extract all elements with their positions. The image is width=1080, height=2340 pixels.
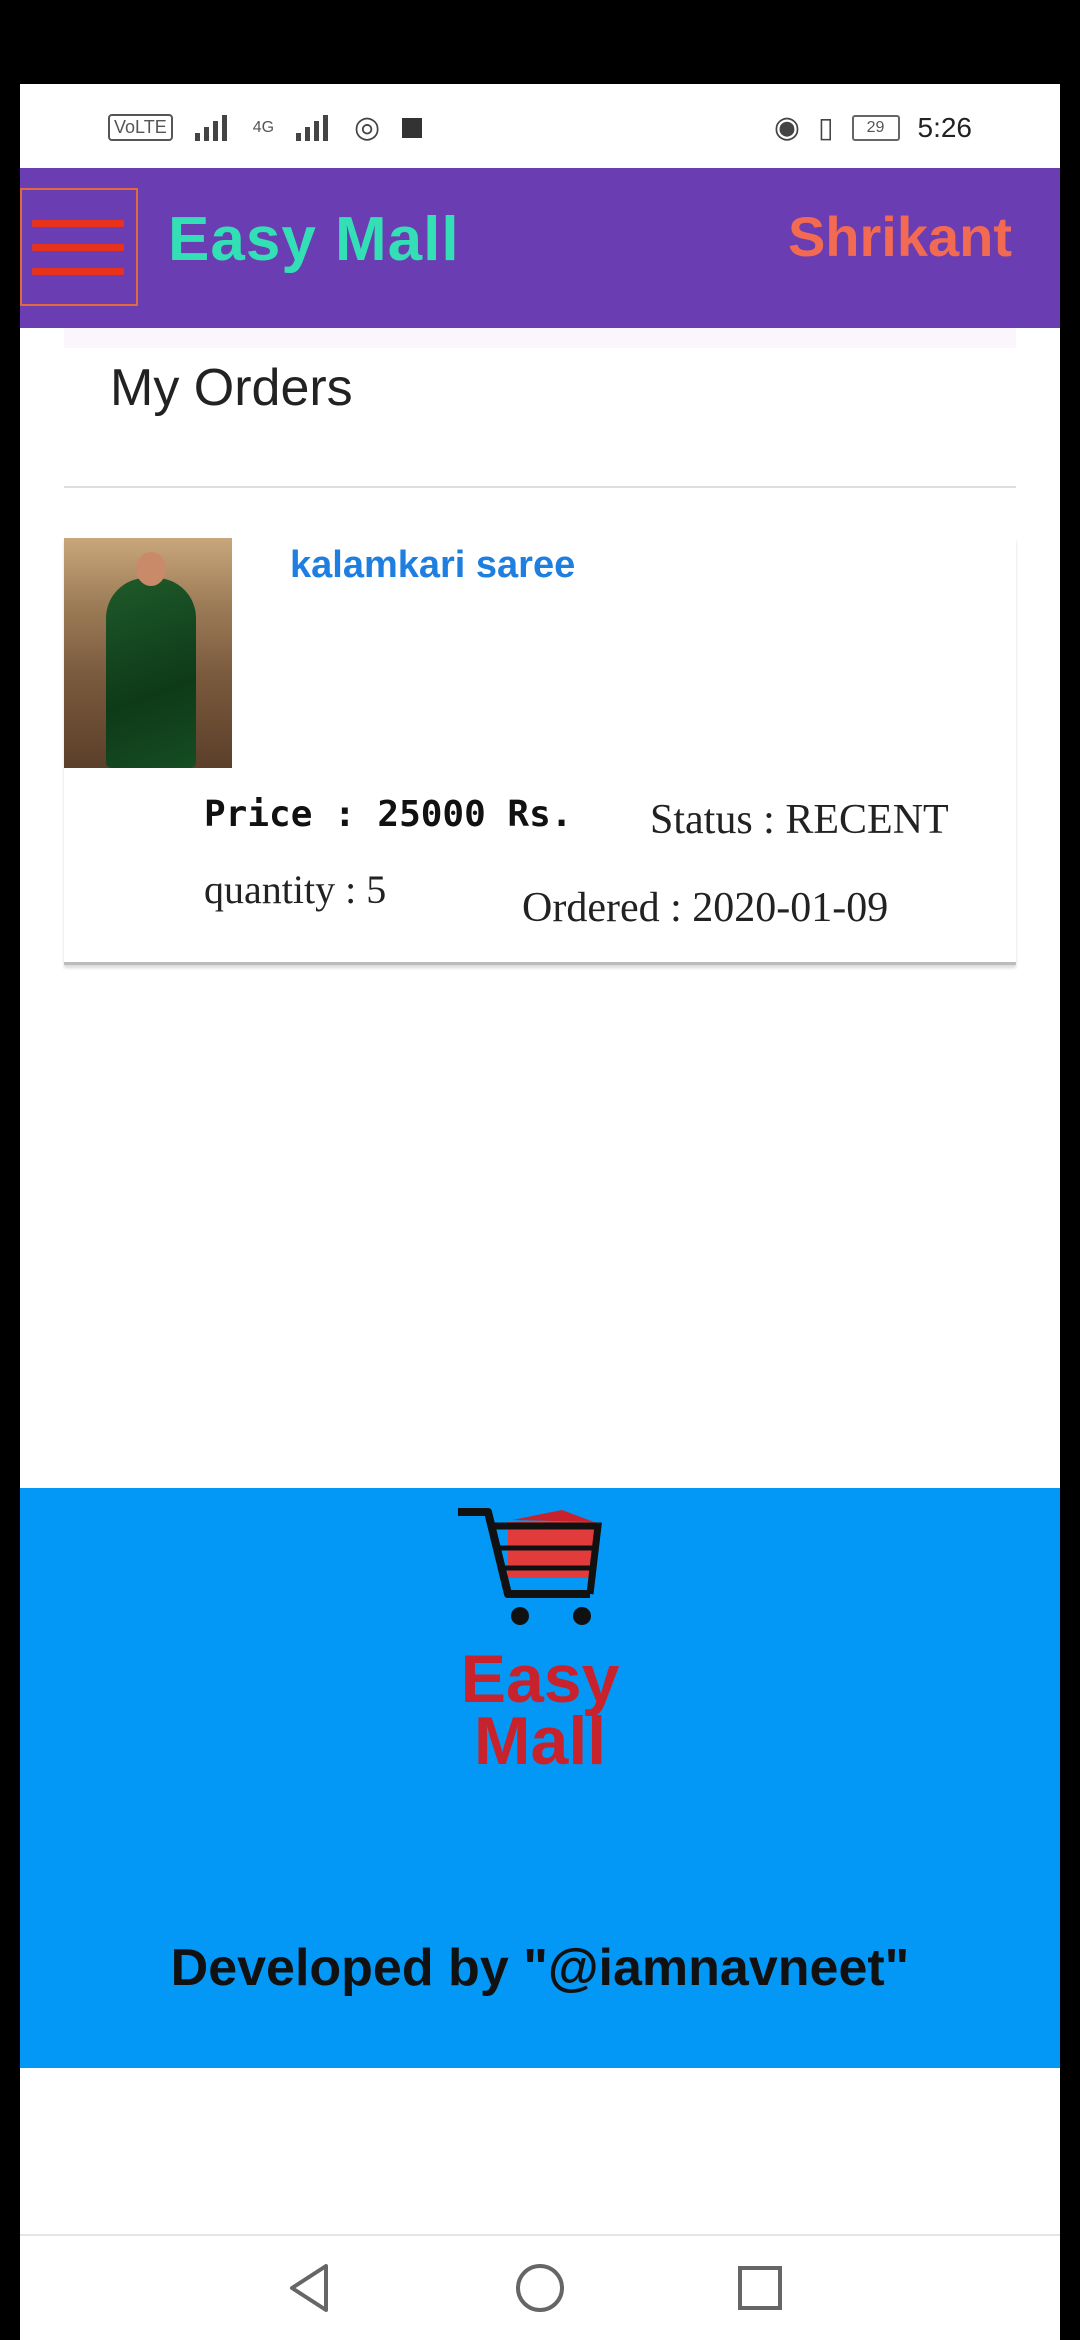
signal-icon <box>194 114 231 141</box>
cart-wheel <box>573 1607 591 1625</box>
app-bar: Easy Mall Shrikant <box>20 168 1060 328</box>
product-image[interactable] <box>64 538 232 768</box>
order-status: Status : RECENT <box>650 797 949 843</box>
recents-icon[interactable] <box>730 2258 790 2318</box>
hamburger-icon-bar <box>32 244 124 251</box>
back-icon[interactable] <box>282 2258 342 2318</box>
logo-line-2: Mall <box>474 1703 606 1779</box>
product-image-model <box>136 552 166 586</box>
user-name[interactable]: Shrikant <box>788 204 1012 269</box>
developer-credit: Developed by "@iamnavneet" <box>170 1939 910 1997</box>
battery-icon: 29 <box>851 114 900 141</box>
signal-icon-2 <box>296 114 332 141</box>
order-quantity: quantity : 5 <box>204 867 387 912</box>
status-left: VoLTE 4G ◎ <box>108 110 423 145</box>
page-title: My Orders <box>110 359 353 417</box>
easy-mall-logo: Easy Mall <box>458 1508 620 1779</box>
cart-icon <box>458 1508 602 1625</box>
hotspot-icon: ◎ <box>354 111 381 144</box>
hamburger-icon <box>32 220 124 227</box>
footer-banner: Easy Mall Developed by "@iamnavneet" <box>20 1488 1060 2068</box>
status-bar: VoLTE 4G ◎ ◉ ▯ 29 5:26 <box>20 84 1060 168</box>
app-screen: VoLTE 4G ◎ ◉ ▯ 29 5:26 Easy Mall Shrikan… <box>20 84 1060 2340</box>
product-name[interactable]: kalamkari saree <box>290 544 575 587</box>
vibrate-icon: ▯ <box>818 112 834 143</box>
home-icon[interactable] <box>510 2258 570 2318</box>
eye-comfort-icon: ◉ <box>773 111 801 144</box>
hamburger-icon-bar <box>32 268 124 275</box>
product-image-saree <box>106 578 196 768</box>
app-title: Easy Mall <box>168 205 460 274</box>
menu-button[interactable] <box>20 188 138 306</box>
cart-goods-top <box>512 1510 594 1522</box>
notification-icon <box>402 117 423 138</box>
order-card[interactable]: kalamkari saree Price : 25000 Rs. Status… <box>64 538 1016 965</box>
divider <box>64 486 1016 488</box>
system-nav-bar <box>20 2234 1060 2340</box>
status-right: ◉ ▯ 29 5:26 <box>774 110 972 145</box>
clock: 5:26 <box>917 111 973 143</box>
order-date: Ordered : 2020-01-09 <box>522 885 889 931</box>
network-type: 4G <box>252 118 275 136</box>
volte-indicator: VoLTE <box>108 114 173 141</box>
page-header-strip <box>64 328 1016 348</box>
cart-wheel <box>511 1607 529 1625</box>
order-price: Price : 25000 Rs. <box>204 794 573 835</box>
